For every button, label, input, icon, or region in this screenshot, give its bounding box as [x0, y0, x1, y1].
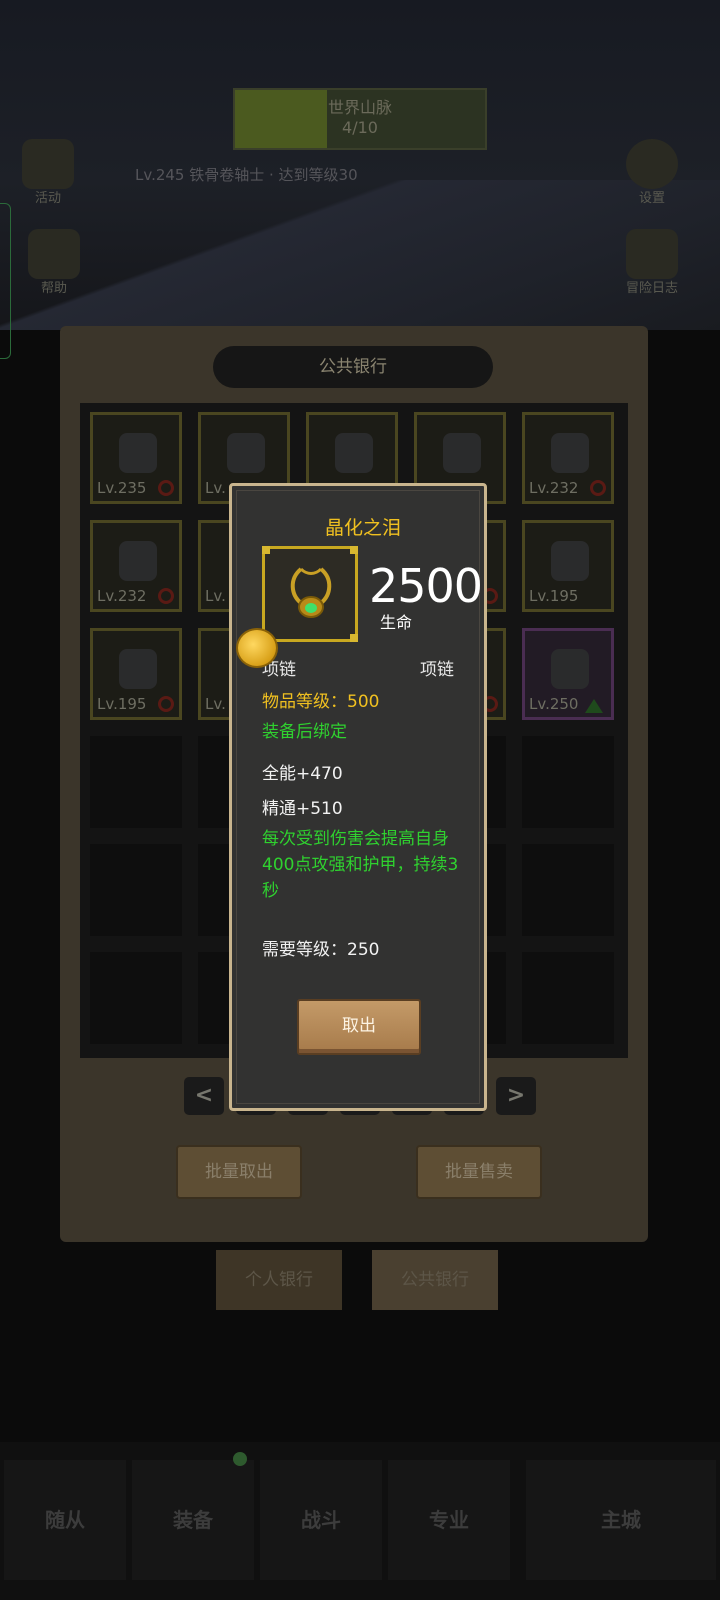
- empty-slot[interactable]: [522, 952, 614, 1044]
- help-icon: [28, 229, 80, 279]
- bottom-navigation: 随从 装备 战斗 专业 主城: [0, 1442, 720, 1600]
- staff-icon: [551, 541, 589, 581]
- tab-personal-bank[interactable]: 个人银行: [216, 1250, 342, 1310]
- item-icon-frame: [262, 546, 358, 642]
- help-button[interactable]: 帮助: [18, 225, 90, 297]
- quest-tracker[interactable]: 世界山脉 4/10: [233, 88, 487, 150]
- nav-equipment[interactable]: 装备: [132, 1460, 254, 1580]
- nav-followers[interactable]: 随从: [4, 1460, 126, 1580]
- book-icon: [626, 229, 678, 279]
- settings-label: 设置: [638, 191, 665, 206]
- slot-type-right: 项链: [420, 660, 454, 680]
- empty-slot[interactable]: [90, 736, 182, 828]
- frame-corner: [262, 546, 270, 554]
- item-level-label: Lv.195: [529, 587, 579, 605]
- staff-icon: [335, 433, 373, 473]
- empty-slot[interactable]: [522, 844, 614, 936]
- side-drawer-handle[interactable]: [0, 203, 11, 359]
- item-slot[interactable]: Lv.235: [90, 412, 182, 504]
- item-level-label: Lv.232: [529, 479, 579, 497]
- gear-icon: [626, 139, 678, 189]
- batch-sell-button[interactable]: 批量售卖: [416, 1145, 542, 1199]
- ore-icon: [551, 649, 589, 689]
- take-out-button[interactable]: 取出: [297, 999, 421, 1055]
- wings-icon: [551, 433, 589, 473]
- batch-take-button[interactable]: 批量取出: [176, 1145, 302, 1199]
- item-slot[interactable]: Lv.232: [90, 520, 182, 612]
- armor-icon: [227, 433, 265, 473]
- frame-corner: [350, 634, 358, 642]
- main-stat-value: 2500: [369, 559, 483, 613]
- notification-dot: [233, 1452, 247, 1466]
- mountain-backdrop: [0, 180, 720, 330]
- item-level-label: Lv.195: [97, 695, 147, 713]
- item-level-label: Lv.: [205, 587, 226, 605]
- item-level-label: Lv.: [205, 479, 226, 497]
- gold-coin-icon: [236, 628, 278, 668]
- empty-slot[interactable]: [90, 952, 182, 1044]
- activity-button[interactable]: 活动: [12, 135, 84, 207]
- popup-inner-frame: 晶化之泪 2500 生命 项链 项链 物品等级：500 装备后绑定 全能+470…: [236, 490, 483, 1104]
- game-scene: [0, 0, 720, 330]
- item-slot[interactable]: Lv.195: [90, 628, 182, 720]
- item-level-label: Lv.: [205, 695, 226, 713]
- empty-slot[interactable]: [90, 844, 182, 936]
- frame-corner: [350, 546, 358, 554]
- item-level-label: Lv.250: [529, 695, 579, 713]
- main-stat-label: 生命: [380, 613, 413, 632]
- item-detail-popup: 晶化之泪 2500 生命 项链 项链 物品等级：500 装备后绑定 全能+470…: [229, 483, 487, 1111]
- wings-icon: [119, 541, 157, 581]
- activity-icon: [22, 139, 74, 189]
- stat-mastery: 精通+510: [262, 799, 343, 819]
- status-line: Lv.245 铁骨卷轴士 · 达到等级30: [135, 166, 358, 184]
- bind-status: 装备后绑定: [262, 722, 347, 742]
- item-slot[interactable]: Lv.250: [522, 628, 614, 720]
- item-name: 晶化之泪: [324, 517, 401, 539]
- adventure-log-label: 冒险日志: [625, 281, 678, 296]
- no-entry-icon: [590, 480, 606, 496]
- helmet-icon: [119, 649, 157, 689]
- no-entry-icon: [158, 696, 174, 712]
- next-page-button[interactable]: >: [496, 1077, 536, 1115]
- settings-button[interactable]: 设置: [616, 135, 688, 207]
- item-slot[interactable]: Lv.232: [522, 412, 614, 504]
- item-level-label: Lv.232: [97, 587, 147, 605]
- upgrade-arrow-icon: [585, 699, 603, 713]
- necklace-icon: [290, 567, 332, 618]
- empty-slot[interactable]: [522, 736, 614, 828]
- special-effect-text: 每次受到伤害会提高自身400点攻强和护甲，持续3秒: [262, 829, 459, 901]
- stat-versatility: 全能+470: [262, 764, 343, 784]
- item-level-label: Lv.235: [97, 479, 147, 497]
- nav-main-city[interactable]: 主城: [526, 1460, 716, 1580]
- tab-public-bank[interactable]: 公共银行: [372, 1250, 498, 1310]
- quest-progress: 4/10: [342, 118, 378, 137]
- nav-battle[interactable]: 战斗: [260, 1460, 382, 1580]
- activity-label: 活动: [34, 191, 61, 206]
- required-level: 需要等级：250: [262, 940, 380, 960]
- armor-icon: [119, 433, 157, 473]
- adventure-log-button[interactable]: 冒险日志: [616, 225, 688, 297]
- item-level: 物品等级：500: [262, 692, 380, 712]
- quest-title: 世界山脉: [327, 98, 392, 117]
- prev-page-button[interactable]: <: [184, 1077, 224, 1115]
- nav-profession[interactable]: 专业: [388, 1460, 510, 1580]
- bank-title: 公共银行: [213, 346, 493, 388]
- no-entry-icon: [158, 480, 174, 496]
- no-entry-icon: [158, 588, 174, 604]
- item-slot[interactable]: Lv.195: [522, 520, 614, 612]
- help-label: 帮助: [40, 281, 67, 296]
- mace-icon: [443, 433, 481, 473]
